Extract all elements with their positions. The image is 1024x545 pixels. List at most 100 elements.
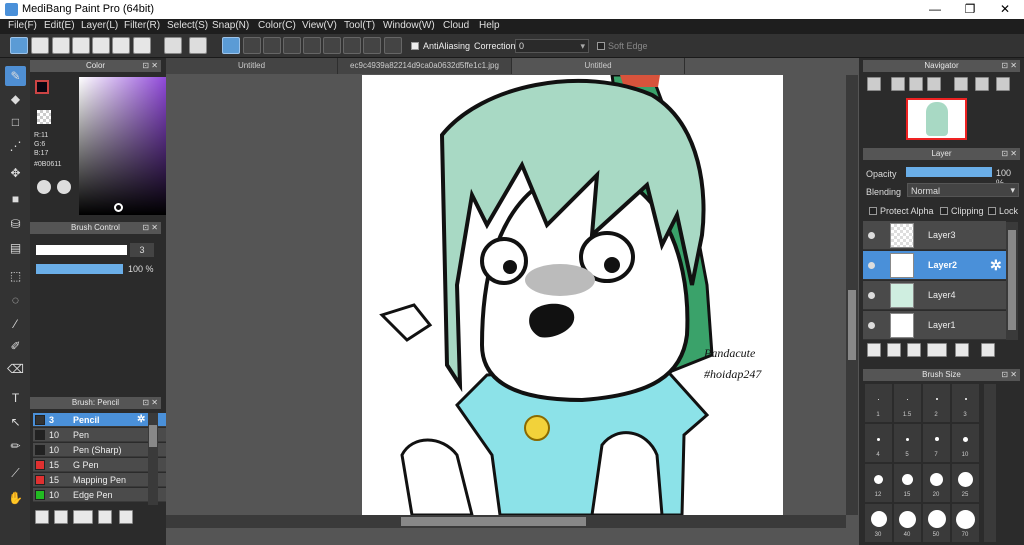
select-eraser-icon[interactable]: ⌫ bbox=[5, 359, 26, 379]
eraser-tool-icon[interactable]: ◆ bbox=[5, 89, 26, 109]
lock-checkbox[interactable] bbox=[988, 207, 996, 215]
eye-icon[interactable] bbox=[868, 232, 875, 239]
comment-icon[interactable] bbox=[52, 37, 70, 54]
brush-size-cell[interactable]: 7 bbox=[923, 424, 950, 462]
tab-jpg-file[interactable]: ec9c4939a82214d9ca0a0632d5ffe1c1.jpg bbox=[338, 58, 512, 74]
fill-tool-icon[interactable]: ⛁ bbox=[5, 214, 26, 234]
select-tool-icon[interactable]: ⬚ bbox=[5, 266, 26, 286]
eyedropper-icon[interactable]: ⟋ bbox=[5, 463, 26, 483]
menu-layer[interactable]: Layer(L) bbox=[81, 20, 118, 31]
layer-opacity-slider[interactable] bbox=[906, 167, 992, 177]
brush-size-cell[interactable]: 15 bbox=[894, 464, 921, 502]
brush-size-cell[interactable]: 30 bbox=[865, 504, 892, 542]
brush-size-cell[interactable]: 40 bbox=[894, 504, 921, 542]
ellipse-snap-icon[interactable] bbox=[363, 37, 381, 54]
menu-window[interactable]: Window(W) bbox=[383, 20, 435, 31]
upload-icon[interactable] bbox=[31, 37, 49, 54]
magic-wand-icon[interactable]: ⁄ bbox=[5, 314, 26, 334]
vanishing-point-icon[interactable] bbox=[283, 37, 301, 54]
new-layer-1bit-icon[interactable] bbox=[907, 343, 921, 357]
rotate-left-icon[interactable] bbox=[954, 77, 968, 91]
brush-size-cell[interactable]: 4 bbox=[865, 424, 892, 462]
zoom-out-icon[interactable] bbox=[891, 77, 905, 91]
dot-tool-icon[interactable]: ⋰ bbox=[5, 136, 26, 156]
eye-icon[interactable] bbox=[868, 292, 875, 299]
layer-row-layer2[interactable]: Layer2 ✲ bbox=[863, 251, 1006, 280]
brush-copy-icon[interactable] bbox=[98, 510, 112, 524]
tab-untitled-2[interactable]: Untitled bbox=[512, 58, 685, 74]
menu-file[interactable]: File(F) bbox=[8, 20, 37, 31]
panel-undock-icon[interactable]: ⊡ ✕ bbox=[1001, 60, 1017, 72]
brush-size-cell[interactable]: 20 bbox=[923, 464, 950, 502]
minimize-icon[interactable]: — bbox=[920, 1, 950, 17]
brush-size-cell[interactable]: 25 bbox=[952, 464, 979, 502]
brush-size-cell[interactable]: 10 bbox=[952, 424, 979, 462]
flip-icon[interactable] bbox=[975, 77, 989, 91]
transparent-color-swatch[interactable] bbox=[37, 110, 51, 124]
menu-tool[interactable]: Tool(T) bbox=[344, 20, 375, 31]
panel-undock-icon[interactable]: ⊡ ✕ bbox=[142, 222, 158, 234]
protect-alpha-checkbox[interactable] bbox=[869, 207, 877, 215]
close-icon[interactable]: ✕ bbox=[990, 1, 1020, 17]
brush-size-slider[interactable] bbox=[36, 245, 127, 255]
panel-undock-icon[interactable]: ⊡ ✕ bbox=[142, 60, 158, 72]
eye-icon[interactable] bbox=[868, 262, 875, 269]
folder-icon[interactable] bbox=[119, 510, 133, 524]
menu-snap[interactable]: Snap(N) bbox=[212, 20, 249, 31]
rotate-right-icon[interactable] bbox=[996, 77, 1010, 91]
circle-snap-icon[interactable] bbox=[323, 37, 341, 54]
brush-size-cell[interactable]: 5 bbox=[894, 424, 921, 462]
fit-icon[interactable] bbox=[909, 77, 923, 91]
duplicate-layer-icon[interactable] bbox=[981, 343, 995, 357]
text-tool-icon[interactable]: T bbox=[5, 388, 26, 408]
select-pen-icon[interactable]: ✐ bbox=[5, 336, 26, 356]
new-layer-8bit-icon[interactable] bbox=[887, 343, 901, 357]
operation-tool-icon[interactable]: ↖ bbox=[5, 412, 26, 432]
layer-row-layer4[interactable]: Layer4 bbox=[863, 281, 1006, 310]
gear-icon[interactable]: ✲ bbox=[990, 257, 1002, 274]
brush-tool-icon[interactable]: ✎ bbox=[5, 66, 26, 86]
brush-size-cell[interactable]: 50 bbox=[923, 504, 950, 542]
tab-untitled-1[interactable]: Untitled bbox=[166, 58, 338, 74]
panel-undock-icon[interactable]: ⊡ ✕ bbox=[142, 397, 158, 409]
foreground-color-swatch[interactable] bbox=[35, 80, 49, 94]
drawing-canvas[interactable]: Pandacute #hoidap247 bbox=[362, 75, 783, 515]
new-layer-icon[interactable] bbox=[867, 343, 881, 357]
move-tool-icon[interactable]: ✥ bbox=[5, 163, 26, 183]
navigator-preview[interactable] bbox=[906, 98, 967, 140]
brush-menu-icon[interactable] bbox=[73, 510, 93, 524]
snap-off-icon[interactable] bbox=[222, 37, 240, 54]
gear-icon[interactable]: ✲ bbox=[137, 414, 145, 425]
brush-list-scrollbar[interactable] bbox=[148, 413, 158, 505]
eye-icon[interactable] bbox=[868, 322, 875, 329]
zoom-in-icon[interactable] bbox=[867, 77, 881, 91]
antialiasing-checkbox[interactable] bbox=[411, 42, 419, 50]
undo-icon[interactable] bbox=[164, 37, 182, 54]
soft-edge-checkbox[interactable] bbox=[597, 42, 605, 50]
cross-snap-icon[interactable] bbox=[263, 37, 281, 54]
vertical-scroll-thumb[interactable] bbox=[848, 290, 856, 360]
menu-select[interactable]: Select(S) bbox=[167, 20, 208, 31]
brush-opacity-slider[interactable] bbox=[36, 264, 123, 274]
panel-undock-icon[interactable]: ⊡ ✕ bbox=[1001, 369, 1017, 381]
brush-size-cell[interactable]: 12 bbox=[865, 464, 892, 502]
folder-icon[interactable] bbox=[955, 343, 969, 357]
brush-size-cell[interactable]: 3 bbox=[952, 384, 979, 422]
menu-cloud[interactable]: Cloud bbox=[443, 20, 469, 31]
brush-size-cell[interactable]: 1 bbox=[865, 384, 892, 422]
horizontal-scroll-thumb[interactable] bbox=[401, 517, 586, 526]
menu-view[interactable]: View(V) bbox=[302, 20, 337, 31]
scroll-thumb[interactable] bbox=[1008, 230, 1016, 330]
divide-tool-icon[interactable]: ✏ bbox=[5, 436, 26, 456]
maximize-icon[interactable]: ❐ bbox=[955, 1, 985, 17]
brush-size-cell[interactable]: 1.5 bbox=[894, 384, 921, 422]
hand-tool-icon[interactable]: ✋ bbox=[5, 488, 26, 508]
lasso-tool-icon[interactable]: ◌ bbox=[5, 290, 26, 310]
cloud-icon[interactable] bbox=[10, 37, 28, 54]
panel-undock-icon[interactable]: ⊡ ✕ bbox=[1001, 148, 1017, 160]
redo-icon[interactable] bbox=[189, 37, 207, 54]
blending-select[interactable]: Normal ▾ bbox=[907, 183, 1019, 197]
vertical-scrollbar[interactable] bbox=[846, 75, 858, 515]
snap-settings-icon[interactable] bbox=[384, 37, 402, 54]
color-wheel-icon[interactable] bbox=[57, 180, 71, 194]
